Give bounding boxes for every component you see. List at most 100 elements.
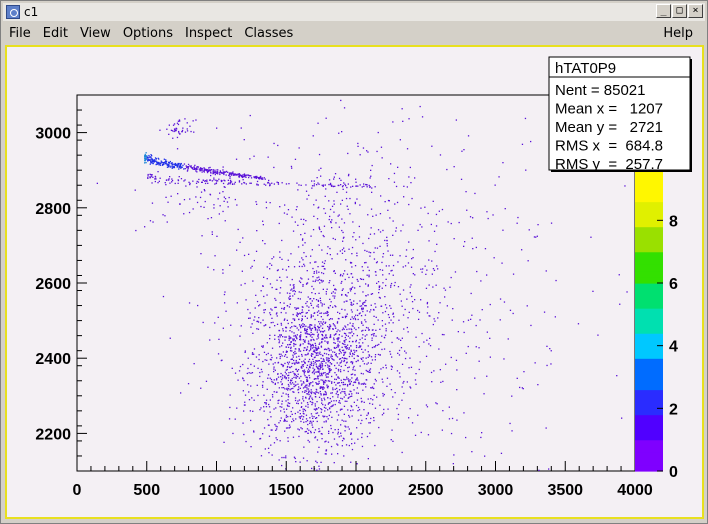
scatter-point <box>499 319 501 321</box>
scatter-point <box>368 269 370 272</box>
menu-help[interactable]: Help <box>663 26 693 41</box>
scatter-point <box>285 455 287 457</box>
scatter-point <box>260 368 263 371</box>
scatter-point <box>321 249 323 251</box>
scatter-point <box>414 274 416 276</box>
scatter-point <box>184 131 187 133</box>
scatter-point <box>315 199 317 201</box>
menu-classes[interactable]: Classes <box>244 26 293 41</box>
scatter-point <box>311 355 313 357</box>
scatter-point <box>315 388 317 391</box>
scatter-point <box>435 284 437 286</box>
scatter-point <box>319 342 321 344</box>
scatter-point <box>325 449 328 451</box>
scatter-point <box>291 288 293 290</box>
scatter-point <box>329 298 331 300</box>
scatter-point <box>347 367 349 369</box>
scatter-point <box>306 420 309 422</box>
scatter-point <box>590 236 592 238</box>
scatter-point <box>336 321 339 323</box>
scatter-point <box>351 311 353 313</box>
colorbar-segment <box>635 220 663 228</box>
menu-edit[interactable]: Edit <box>43 26 68 41</box>
scatter-point <box>151 175 153 177</box>
scatter-point <box>303 421 305 423</box>
scatter-point <box>275 429 277 431</box>
scatter-point <box>337 428 339 431</box>
scatter-point <box>313 298 315 300</box>
scatter-point <box>334 342 336 344</box>
menu-file[interactable]: File <box>9 26 31 41</box>
scatter-point <box>310 364 313 366</box>
scatter-point <box>325 440 327 442</box>
scatter-point <box>310 432 312 434</box>
scatter-point <box>343 383 345 386</box>
scatter-plot[interactable]: 0 500 1000 1500 2000 2500 3000 3500 400022002400… <box>7 47 702 517</box>
colorbar-segment <box>635 301 663 309</box>
scatter-point <box>390 439 392 441</box>
title-bar[interactable]: c1 _ □ × <box>3 3 705 21</box>
scatter-point <box>293 383 295 385</box>
scatter-point <box>320 361 322 363</box>
menu-options[interactable]: Options <box>123 26 173 41</box>
scatter-point <box>286 420 288 422</box>
scatter-point <box>268 435 271 437</box>
scatter-point <box>152 221 154 223</box>
scatter-point <box>338 400 341 402</box>
scatter-point <box>254 176 256 178</box>
scatter-point <box>384 310 387 313</box>
scatter-point <box>384 323 387 325</box>
scatter-point <box>343 420 345 422</box>
scatter-point <box>450 222 452 225</box>
scatter-point <box>348 380 350 382</box>
maximize-button[interactable]: □ <box>672 4 687 18</box>
scatter-point <box>342 388 344 390</box>
scatter-point <box>217 180 219 182</box>
scatter-point <box>443 287 445 289</box>
scatter-point <box>346 313 348 315</box>
scatter-point <box>180 178 183 180</box>
scatter-point <box>249 182 251 184</box>
scatter-point <box>368 369 371 371</box>
scatter-point <box>444 296 446 298</box>
close-button[interactable]: × <box>688 4 703 18</box>
scatter-point <box>242 176 244 178</box>
scatter-point <box>465 352 467 354</box>
scatter-point <box>319 390 321 393</box>
scatter-point <box>480 436 482 439</box>
scatter-point <box>331 392 333 394</box>
scatter-point <box>329 305 331 307</box>
scatter-point <box>426 269 428 271</box>
scatter-point <box>362 334 364 336</box>
scatter-point <box>236 302 238 304</box>
canvas[interactable]: 0 500 1000 1500 2000 2500 3000 3500 4000 2200 2400… <box>5 45 704 519</box>
scatter-point <box>402 224 404 226</box>
scatter-point <box>332 404 334 406</box>
menu-view[interactable]: View <box>80 26 111 41</box>
scatter-point <box>323 397 325 399</box>
y-tick-label: 3000 <box>35 126 71 143</box>
scatter-point <box>295 461 297 463</box>
scatter-point <box>343 351 345 353</box>
scatter-point <box>545 427 547 429</box>
menu-inspect[interactable]: Inspect <box>185 26 232 41</box>
scatter-point <box>277 373 279 375</box>
scatter-point <box>317 333 320 335</box>
scatter-point <box>367 362 369 364</box>
scatter-point <box>332 328 334 330</box>
scatter-point <box>158 163 160 165</box>
scatter-point <box>145 152 147 154</box>
scatter-point <box>337 394 339 396</box>
scatter-point <box>534 362 536 364</box>
scatter-point <box>323 406 326 409</box>
scatter-point <box>335 367 337 369</box>
scatter-point <box>397 166 399 168</box>
colorbar-segment <box>635 270 663 278</box>
scatter-point <box>365 261 367 264</box>
scatter-point <box>358 383 360 385</box>
scatter-point <box>236 407 238 409</box>
scatter-point <box>458 221 460 224</box>
minimize-button[interactable]: _ <box>656 4 671 18</box>
scatter-point <box>424 265 426 267</box>
scatter-point <box>398 403 400 406</box>
